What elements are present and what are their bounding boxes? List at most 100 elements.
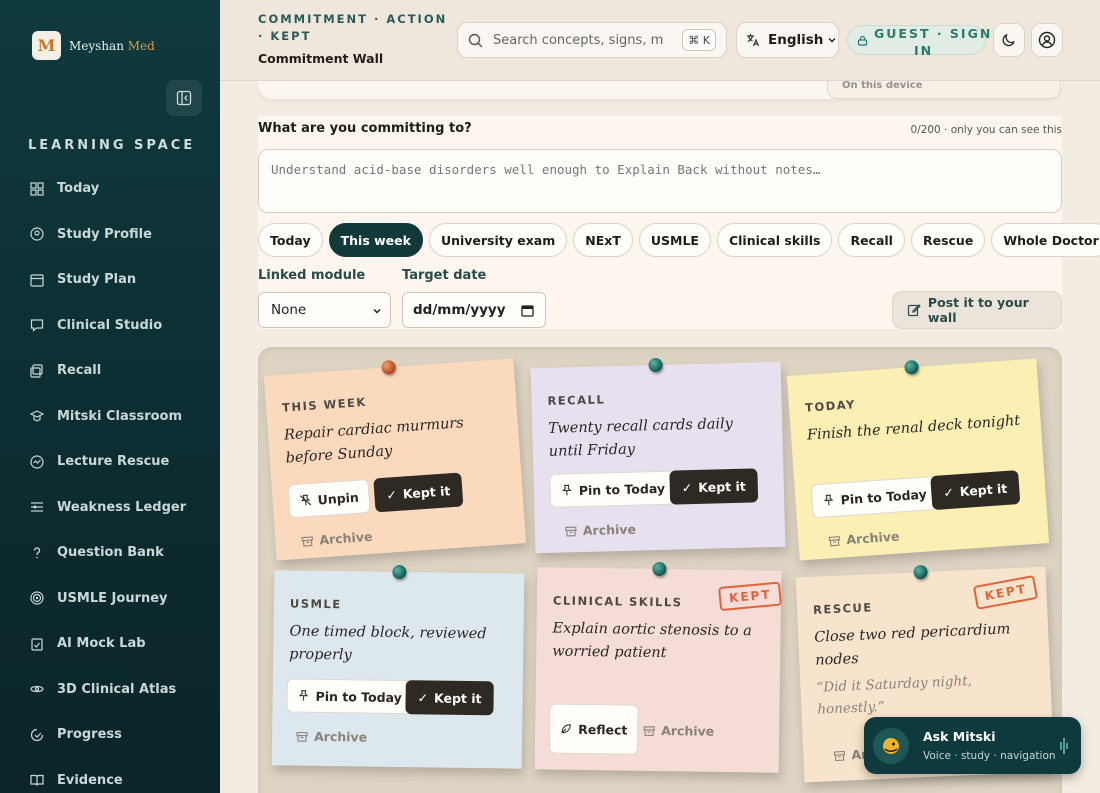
- archive-button[interactable]: Archive: [301, 529, 373, 549]
- note-tag: TODAY: [804, 397, 857, 415]
- commitment-placeholder: Understand acid-base disorders well enou…: [271, 162, 821, 177]
- sidebar-section-title: LEARNING SPACE: [28, 138, 196, 153]
- chip-usmle[interactable]: USMLE: [638, 223, 711, 257]
- kept-stamp: KEPT: [718, 581, 783, 612]
- sidebar-nav: Today Study Profile Study Plan Clinical …: [0, 166, 220, 793]
- note-text: Close two red pericardium nodes: [813, 621, 1011, 669]
- top-header: COMMITMENT · ACTION · KEPT Commitment Wa…: [220, 0, 1100, 81]
- sidebar-item-mitski-classroom[interactable]: Mitski Classroom: [0, 394, 220, 440]
- kept-it-button[interactable]: ✓ Kept it: [930, 470, 1021, 511]
- pin-to-today-button[interactable]: Pin to Today: [549, 470, 677, 508]
- pin-to-today-button[interactable]: Pin to Today: [286, 678, 414, 715]
- note-tag: THIS WEEK: [281, 394, 368, 415]
- pin-to-today-button[interactable]: Pin to Today: [810, 475, 939, 519]
- lifebuoy-icon: [30, 455, 44, 469]
- chevron-down-icon: [373, 308, 381, 314]
- commitment-textarea[interactable]: Understand acid-base disorders well enou…: [258, 149, 1062, 213]
- commitment-form: What are you committing to? 0/200 · only…: [258, 116, 1100, 329]
- archive-button[interactable]: Archive: [296, 729, 367, 745]
- ask-mitski-widget[interactable]: Ask Mitski Voice · study · navigation: [864, 717, 1081, 774]
- archive-icon: [833, 750, 845, 761]
- pin-icon: [381, 359, 397, 375]
- ask-mitski-subtitle: Voice · study · navigation: [923, 750, 1056, 762]
- note-text: Finish the renal deck tonight: [806, 412, 1021, 444]
- unpin-button[interactable]: Unpin: [287, 478, 371, 519]
- chevron-down-icon: [828, 37, 836, 43]
- chip-next[interactable]: NExT: [573, 223, 633, 257]
- translate-icon: [747, 34, 760, 47]
- kept-stamp: KEPT: [972, 574, 1039, 610]
- commitment-scope-chips: Today This week University exam NExT USM…: [258, 223, 1100, 257]
- language-label: English: [768, 32, 824, 48]
- mascot-icon: [883, 737, 899, 754]
- sidebar-item-weakness-ledger[interactable]: Weakness Ledger: [0, 485, 220, 531]
- search-input[interactable]: Search concepts, signs, mec ⌘ K: [457, 22, 727, 58]
- sidebar-collapse-icon: [176, 90, 192, 106]
- archive-icon: [565, 526, 577, 536]
- check-icon: ✓: [385, 486, 398, 503]
- note-text: Twenty recall cards daily until Friday: [548, 416, 734, 460]
- chip-recall[interactable]: Recall: [838, 223, 905, 257]
- reflect-button[interactable]: Reflect: [548, 703, 639, 755]
- grid-icon: [30, 182, 44, 196]
- pin-icon: [392, 564, 407, 580]
- clipboard-icon: [30, 637, 44, 651]
- sidebar-item-evidence[interactable]: Evidence: [0, 758, 220, 793]
- theme-toggle-button[interactable]: [993, 23, 1025, 57]
- archive-icon: [643, 725, 655, 736]
- guest-sign-in-button[interactable]: GUEST · SIGN IN: [847, 25, 990, 58]
- brand-logo[interactable]: M Meyshan Med: [32, 31, 155, 60]
- sidebar-item-usmle-journey[interactable]: USMLE Journey: [0, 576, 220, 622]
- check-icon: ✓: [942, 484, 955, 500]
- post-to-wall-button[interactable]: Post it to your wall: [892, 291, 1062, 329]
- chip-this-week[interactable]: This week: [328, 223, 423, 257]
- sidebar-item-progress[interactable]: Progress: [0, 712, 220, 758]
- unpin-icon: [299, 494, 312, 506]
- mitski-avatar: [873, 727, 909, 764]
- sidebar-item-recall[interactable]: Recall: [0, 348, 220, 394]
- search-icon: [468, 33, 483, 47]
- search-placeholder: Search concepts, signs, mec: [493, 32, 663, 48]
- kept-it-button[interactable]: ✓ Kept it: [405, 680, 494, 716]
- kept-it-button[interactable]: ✓ Kept it: [373, 472, 464, 513]
- chip-university-exam[interactable]: University exam: [428, 223, 568, 257]
- target-date-input[interactable]: dd/mm/yyyy: [402, 292, 546, 328]
- linked-module-label: Linked module: [258, 268, 366, 283]
- chip-clinical-skills[interactable]: Clinical skills: [716, 223, 833, 257]
- sidebar-item-lecture-rescue[interactable]: Lecture Rescue: [0, 439, 220, 485]
- linked-module-select[interactable]: None: [258, 292, 391, 328]
- account-button[interactable]: [1031, 23, 1063, 57]
- note-text: Explain aortic stenosis to a worried pat…: [552, 620, 752, 662]
- note-tag: RESCUE: [812, 600, 873, 617]
- sidebar-item-3d-clinical-atlas[interactable]: 3D Clinical Atlas: [0, 667, 220, 713]
- pin-icon: [298, 690, 309, 701]
- sidebar-item-study-profile[interactable]: Study Profile: [0, 212, 220, 258]
- archive-button[interactable]: Archive: [643, 723, 714, 739]
- chip-today[interactable]: Today: [258, 223, 323, 257]
- language-selector[interactable]: English: [736, 22, 839, 58]
- edit-note-icon: [907, 304, 921, 317]
- chat-icon: [30, 318, 44, 333]
- sticky-note: USMLE One timed block, reviewed properly…: [271, 564, 525, 769]
- moon-icon: [1002, 33, 1015, 47]
- collapse-sidebar-button[interactable]: [166, 80, 202, 116]
- sidebar-item-study-plan[interactable]: Study Plan: [0, 257, 220, 303]
- sidebar-item-today[interactable]: Today: [0, 166, 220, 212]
- cards-icon: [30, 364, 44, 378]
- page-title: Commitment Wall: [258, 51, 384, 66]
- note-text: One timed block, reviewed properly: [289, 623, 487, 664]
- kept-it-button[interactable]: ✓ Kept it: [669, 468, 759, 505]
- chip-rescue[interactable]: Rescue: [910, 223, 986, 257]
- archive-button[interactable]: Archive: [565, 522, 636, 539]
- sidebar: M Meyshan Med LEARNING SPACE Today Study…: [0, 0, 220, 793]
- target-date-label: Target date: [402, 268, 487, 283]
- sidebar-item-question-bank[interactable]: Question Bank: [0, 530, 220, 576]
- pin-icon: [913, 564, 928, 580]
- archive-button[interactable]: Archive: [828, 529, 900, 549]
- sidebar-item-ai-mock-lab[interactable]: AI Mock Lab: [0, 621, 220, 667]
- chip-whole-doctor[interactable]: Whole Doctor: [991, 223, 1100, 257]
- sticky-note: CLINICAL SKILLS KEPT Explain aortic sten…: [534, 561, 783, 773]
- book-icon: [30, 773, 44, 787]
- sidebar-item-clinical-studio[interactable]: Clinical Studio: [0, 303, 220, 349]
- brand-name: Meyshan Med: [69, 38, 155, 53]
